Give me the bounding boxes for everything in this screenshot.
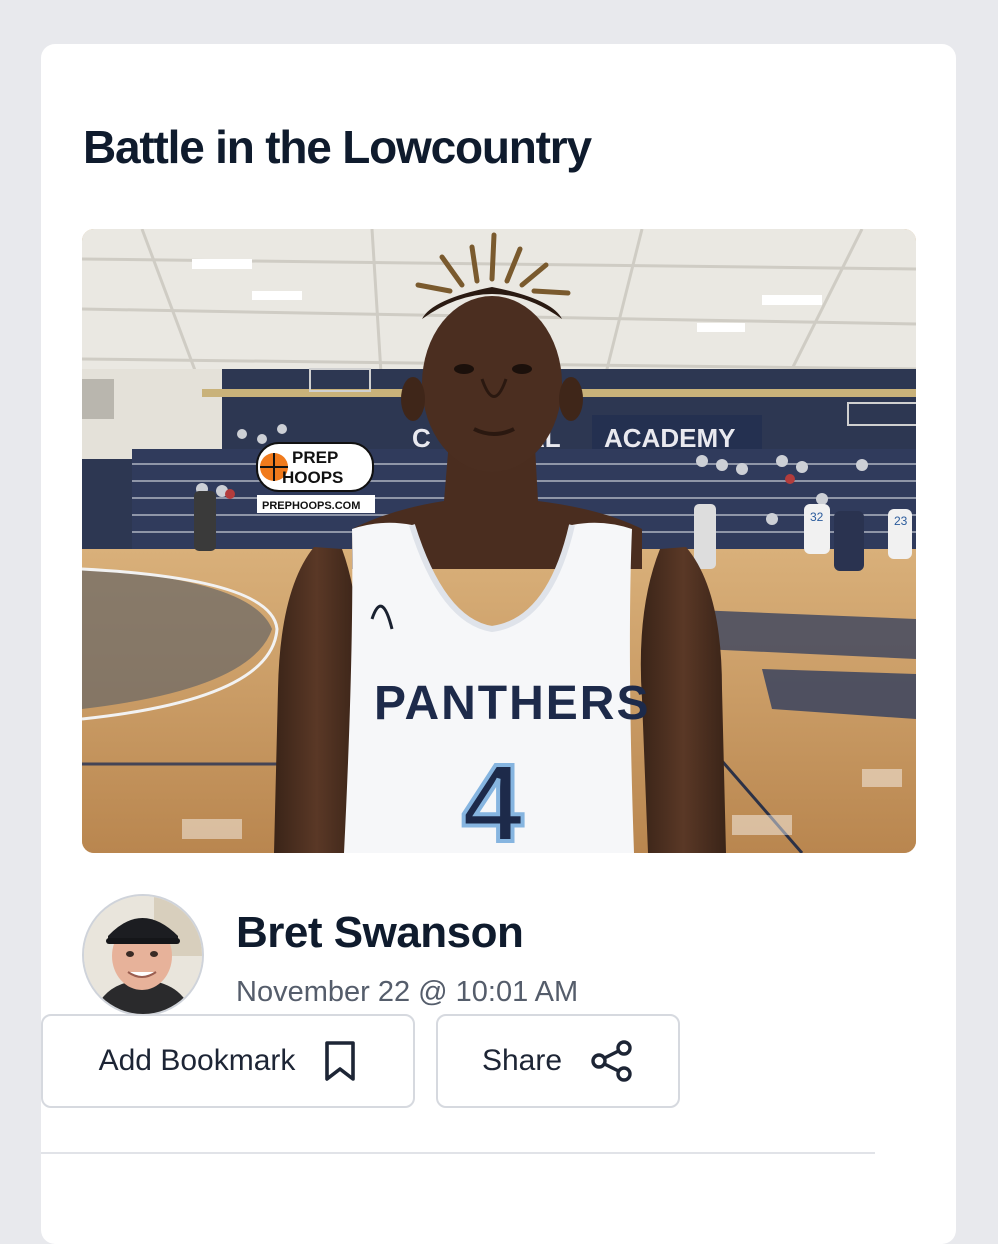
- prephoops-watermark: PREP HOOPS PREPHOOPS.COM: [256, 442, 375, 513]
- watermark-line2: HOOPS: [282, 468, 343, 487]
- author-byline: Bret Swanson November 22 @ 10:01 AM: [82, 894, 916, 1016]
- jersey-number: 4: [462, 742, 523, 853]
- article-title: Battle in the Lowcountry: [83, 121, 592, 173]
- article-photo: ACADEMY C AL: [82, 229, 916, 853]
- bookmark-icon: [323, 1040, 357, 1082]
- add-bookmark-button[interactable]: Add Bookmark: [41, 1014, 415, 1108]
- banner-text: ACADEMY: [604, 423, 735, 453]
- share-icon: [590, 1039, 634, 1083]
- share-button[interactable]: Share: [436, 1014, 680, 1108]
- player-number-32: 32: [810, 510, 824, 524]
- share-label: Share: [481, 1044, 563, 1077]
- watermark-line1: PREP: [292, 448, 338, 467]
- author-name[interactable]: Bret Swanson: [236, 908, 524, 958]
- add-bookmark-label: Add Bookmark: [98, 1044, 296, 1077]
- player-number-23: 23: [894, 514, 908, 528]
- jersey-team: PANTHERS: [374, 677, 650, 730]
- banner-text-left: C: [412, 423, 431, 453]
- watermark-url: PREPHOOPS.COM: [262, 500, 360, 512]
- post-date: November 22 @ 10:01 AM: [236, 976, 579, 1008]
- author-avatar[interactable]: [82, 894, 204, 1016]
- section-divider: [41, 1152, 875, 1154]
